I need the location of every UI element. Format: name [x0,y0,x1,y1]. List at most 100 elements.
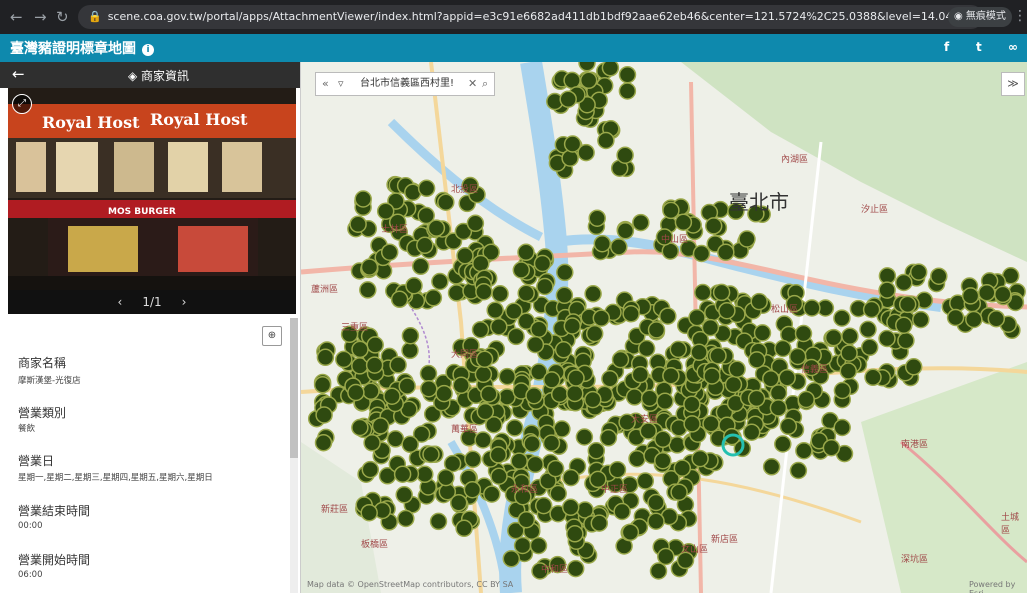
store-marker[interactable] [563,317,582,335]
store-marker[interactable] [512,261,531,279]
store-marker[interactable] [639,422,658,440]
store-marker[interactable] [912,310,930,329]
store-marker[interactable] [314,433,333,452]
store-marker[interactable] [427,219,446,237]
store-marker[interactable] [688,308,706,327]
store-marker[interactable] [613,502,631,521]
store-marker[interactable] [335,350,353,369]
store-marker[interactable] [363,434,381,452]
store-marker[interactable] [930,267,948,285]
store-marker[interactable] [555,286,574,305]
incognito-badge[interactable]: ◉ 無痕模式 [948,7,1012,27]
store-marker[interactable] [694,283,712,302]
store-marker[interactable] [420,379,438,398]
store-marker[interactable] [529,536,548,555]
chrome-menu-icon[interactable]: ⋮ [1013,8,1027,24]
store-marker[interactable] [567,369,585,387]
store-marker[interactable] [895,316,913,334]
store-marker[interactable] [610,238,628,256]
store-marker[interactable] [673,459,692,477]
store-marker[interactable] [534,496,553,515]
store-marker[interactable] [517,510,536,529]
store-marker[interactable] [878,329,896,348]
store-marker[interactable] [762,369,780,388]
store-marker[interactable] [507,327,525,346]
store-marker[interactable] [621,523,640,541]
store-marker[interactable] [502,549,521,568]
store-marker[interactable] [839,362,858,380]
store-marker[interactable] [724,375,743,394]
store-marker[interactable] [840,344,858,362]
store-marker[interactable] [563,71,581,90]
search-input[interactable]: 台北市信義區西村里! [360,73,464,95]
store-marker[interactable] [417,179,436,198]
store-marker[interactable] [452,376,470,395]
store-marker[interactable] [563,135,582,153]
store-marker[interactable] [361,460,380,479]
store-marker[interactable] [702,414,720,433]
next-photo-icon[interactable]: › [182,295,187,309]
store-marker[interactable] [654,430,672,449]
store-marker[interactable] [584,390,602,409]
store-marker[interactable] [475,350,494,368]
store-marker[interactable] [475,282,493,301]
store-marker[interactable] [435,384,453,403]
store-marker[interactable] [728,360,746,378]
store-marker[interactable] [371,417,390,435]
store-marker[interactable] [654,451,672,470]
store-marker[interactable] [841,327,859,345]
store-marker[interactable] [464,450,482,469]
store-marker[interactable] [566,525,584,543]
store-marker[interactable] [536,277,554,296]
store-marker[interactable] [649,562,668,580]
store-marker[interactable] [505,419,524,437]
store-marker[interactable] [498,367,517,386]
store-marker[interactable] [618,82,637,100]
store-marker[interactable] [543,371,561,389]
store-marker[interactable] [390,290,409,309]
store-marker[interactable] [709,346,727,365]
store-marker[interactable] [447,284,466,302]
store-marker[interactable] [549,484,567,503]
store-marker[interactable] [683,415,701,433]
store-marker[interactable] [674,213,693,231]
store-marker[interactable] [455,519,473,538]
store-marker[interactable] [559,90,577,108]
store-marker[interactable] [542,434,561,452]
scroll-thumb[interactable] [290,318,298,458]
store-marker[interactable] [987,309,1006,328]
store-marker[interactable] [631,365,650,384]
store-marker[interactable] [466,214,485,233]
store-marker[interactable] [315,406,333,424]
store-marker[interactable] [424,289,443,307]
map-search[interactable]: « ▿ 台北市信義區西村里! ✕ ⌕ [315,72,495,96]
store-marker[interactable] [587,441,606,460]
store-marker[interactable] [316,348,335,367]
store-marker[interactable] [647,493,665,512]
store-marker[interactable] [898,295,917,314]
store-marker[interactable] [431,272,449,291]
store-marker[interactable] [422,445,440,464]
store-marker[interactable] [909,263,928,281]
facebook-icon[interactable]: f [944,40,949,54]
forward-arrow-icon[interactable]: → [34,8,47,26]
store-marker[interactable] [961,287,980,305]
store-marker[interactable] [670,483,688,501]
store-marker[interactable] [601,370,619,388]
store-marker[interactable] [718,301,736,320]
store-marker[interactable] [797,390,815,409]
store-marker[interactable] [762,458,781,476]
store-marker[interactable] [351,418,369,437]
store-marker[interactable] [474,365,493,384]
store-marker[interactable] [585,324,604,343]
store-marker[interactable] [774,435,792,453]
store-marker[interactable] [517,284,535,303]
store-marker[interactable] [362,382,380,401]
store-marker[interactable] [556,263,574,282]
store-marker[interactable] [550,385,569,403]
store-marker[interactable] [750,292,768,311]
store-marker[interactable] [401,326,420,345]
link-icon[interactable]: ∞ [1008,40,1018,54]
store-marker[interactable] [659,307,677,325]
store-marker[interactable] [376,202,395,220]
